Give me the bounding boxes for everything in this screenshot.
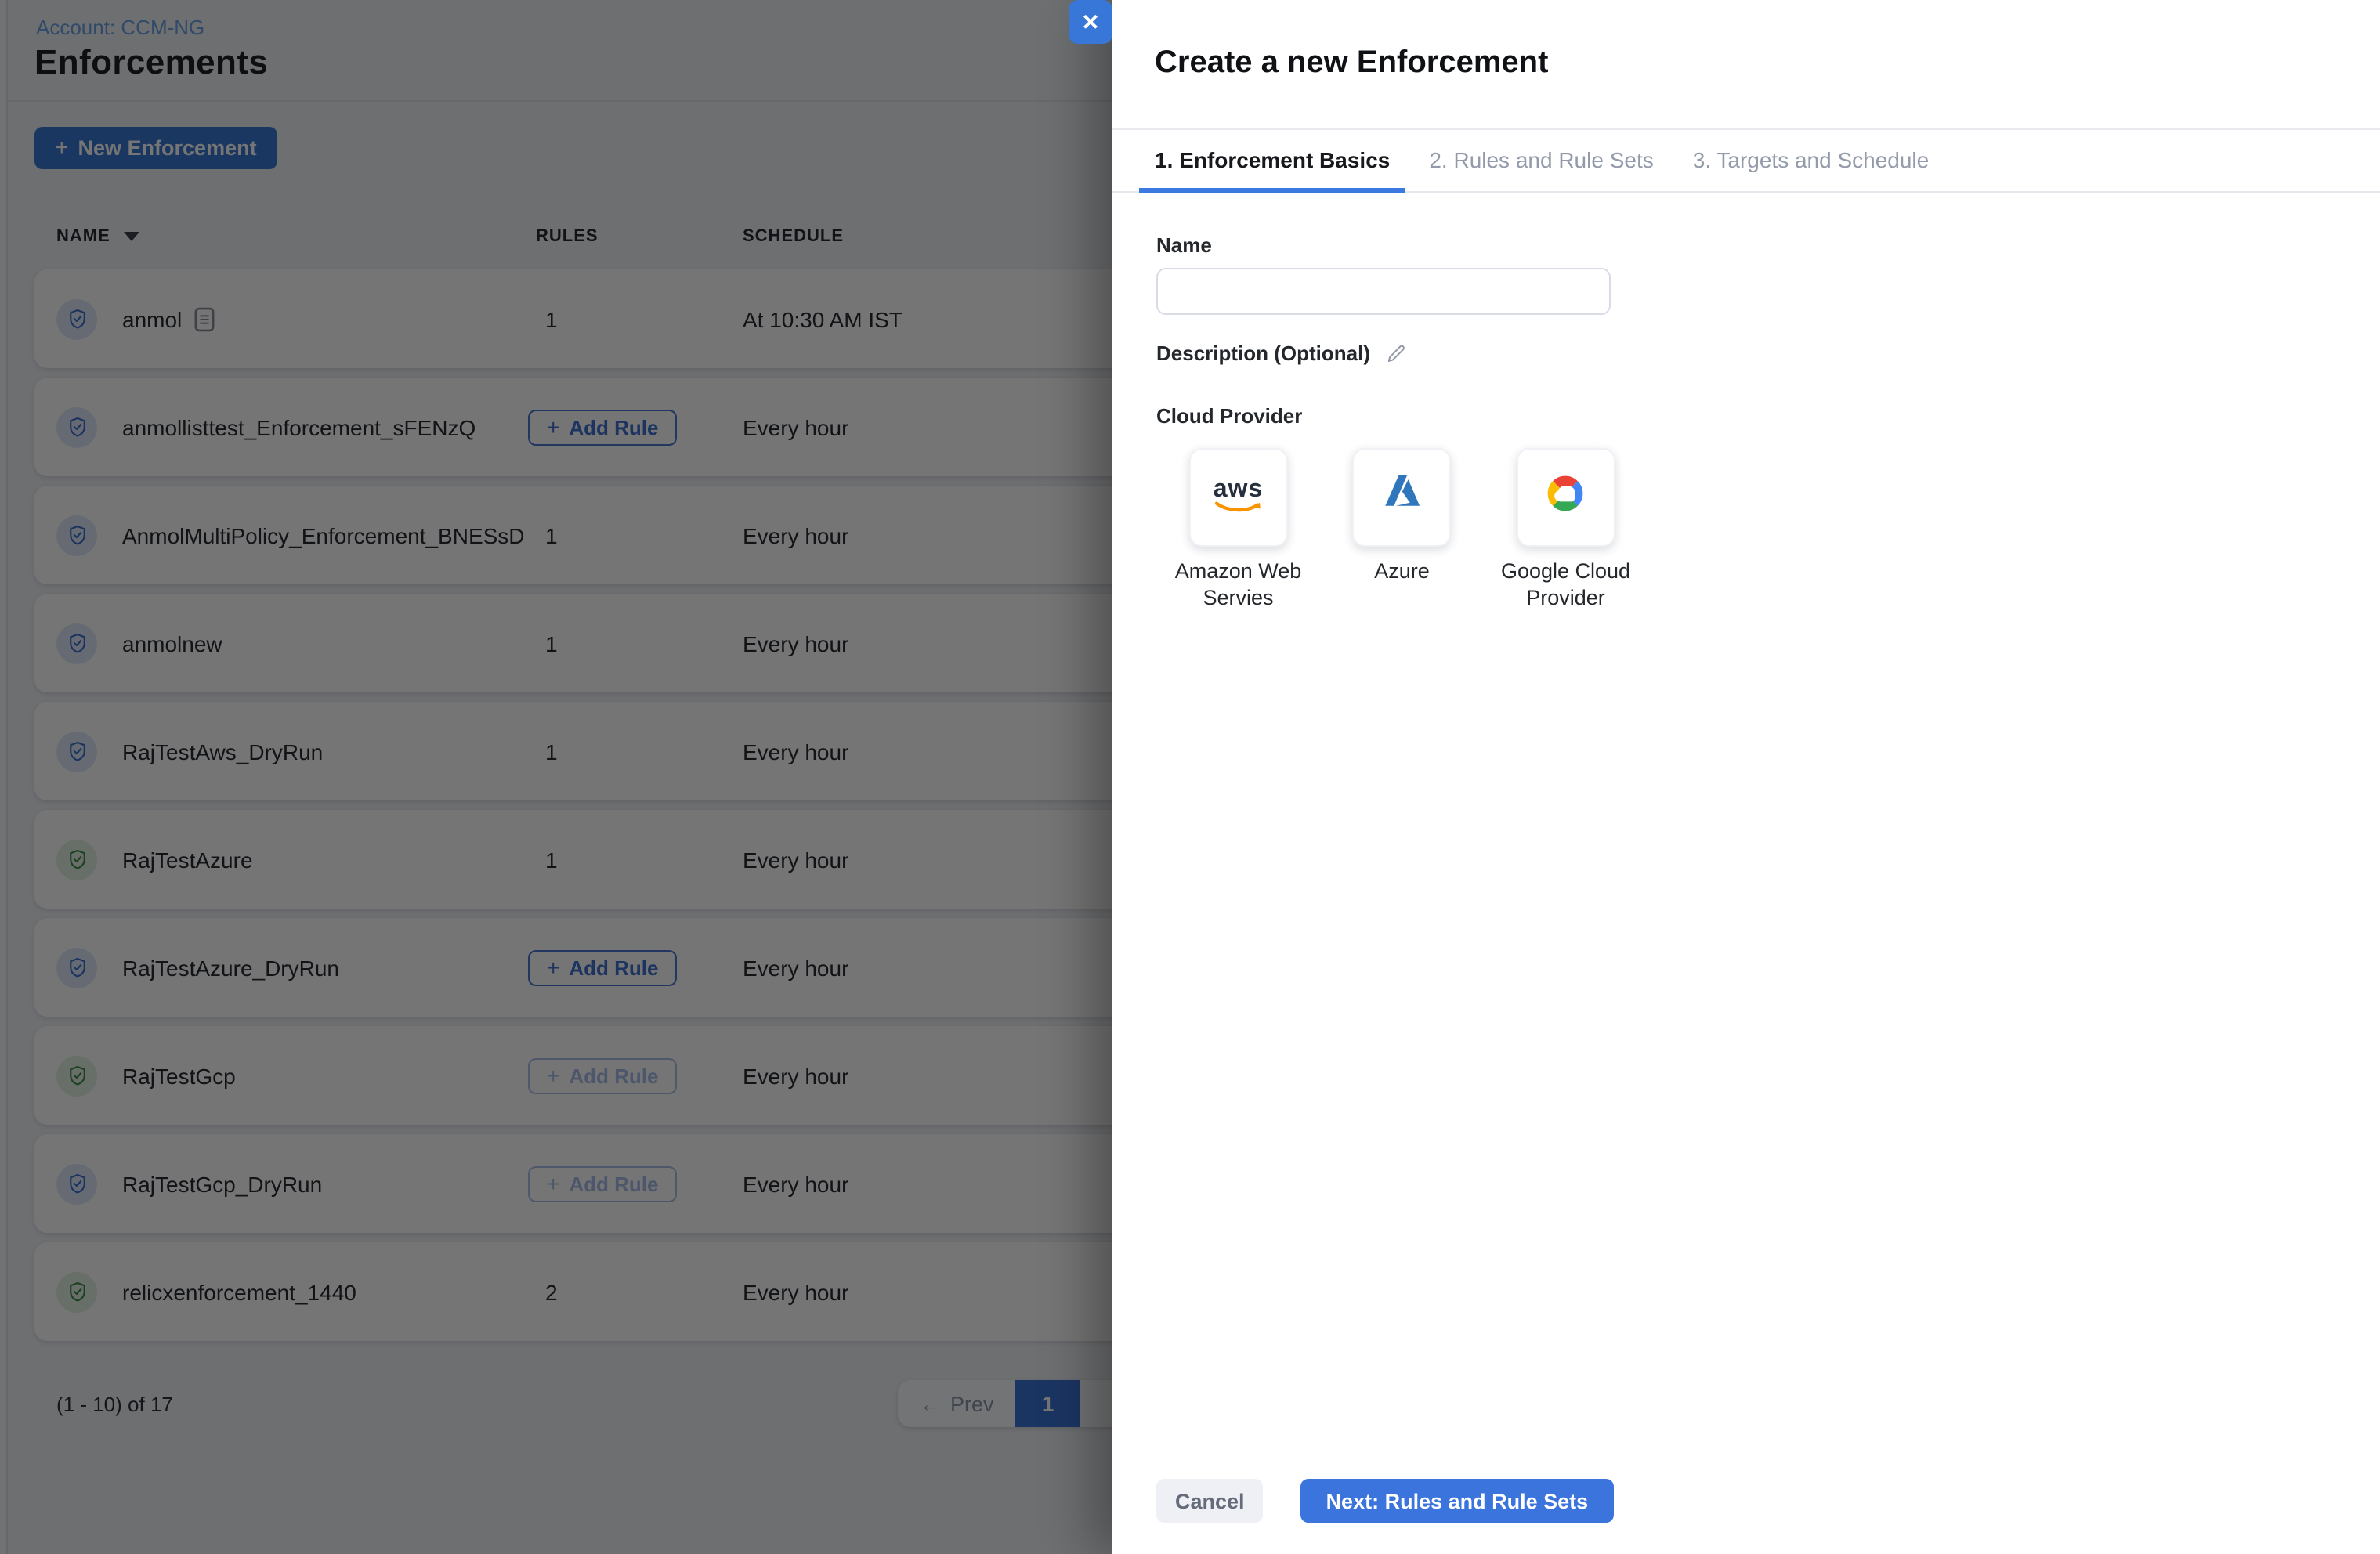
create-enforcement-drawer: ✕ Create a new Enforcement 1. Enforcemen… — [1069, 0, 2380, 1554]
tab-targets-and-schedule[interactable]: 3. Targets and Schedule — [1677, 132, 1945, 193]
close-icon[interactable]: ✕ — [1069, 0, 1112, 44]
azure-logo-icon — [1376, 467, 1429, 528]
provider-azure[interactable]: Azure — [1320, 448, 1484, 611]
enforcement-basics-form: Name Description (Optional) Cloud Provid… — [1156, 222, 1648, 611]
provider-label: Google Cloud Provider — [1500, 559, 1631, 609]
drawer-title: Create a new Enforcement — [1155, 45, 1549, 80]
provider-gcp[interactable]: Google Cloud Provider — [1484, 448, 1648, 611]
name-input[interactable] — [1156, 268, 1611, 315]
cancel-button[interactable]: Cancel — [1156, 1479, 1264, 1523]
app-root: Account: CCM-NG Enforcements + New Enfor… — [0, 0, 2380, 1554]
gcp-logo-icon — [1538, 470, 1594, 525]
next-button[interactable]: Next: Rules and Rule Sets — [1300, 1479, 1614, 1523]
tab-rules-and-rule-sets[interactable]: 2. Rules and Rule Sets — [1413, 132, 1669, 193]
provider-aws[interactable]: aws Amazon Web Servies — [1156, 448, 1320, 611]
provider-label: Azure — [1374, 559, 1430, 583]
description-label: Description (Optional) — [1156, 342, 1370, 365]
provider-label: Amazon Web Servies — [1174, 559, 1302, 609]
drawer-footer: Cancel Next: Rules and Rule Sets — [1156, 1479, 1614, 1523]
aws-logo-icon: aws — [1212, 477, 1265, 515]
tab-enforcement-basics[interactable]: 1. Enforcement Basics — [1139, 132, 1406, 193]
cloud-provider-label: Cloud Provider — [1156, 404, 1303, 428]
name-label: Name — [1156, 233, 1212, 257]
edit-pencil-icon[interactable] — [1384, 342, 1406, 364]
drawer-tabbar: 1. Enforcement Basics 2. Rules and Rule … — [1112, 128, 2380, 193]
cloud-provider-options: aws Amazon Web Servies Azure Google Clou… — [1156, 448, 1648, 611]
